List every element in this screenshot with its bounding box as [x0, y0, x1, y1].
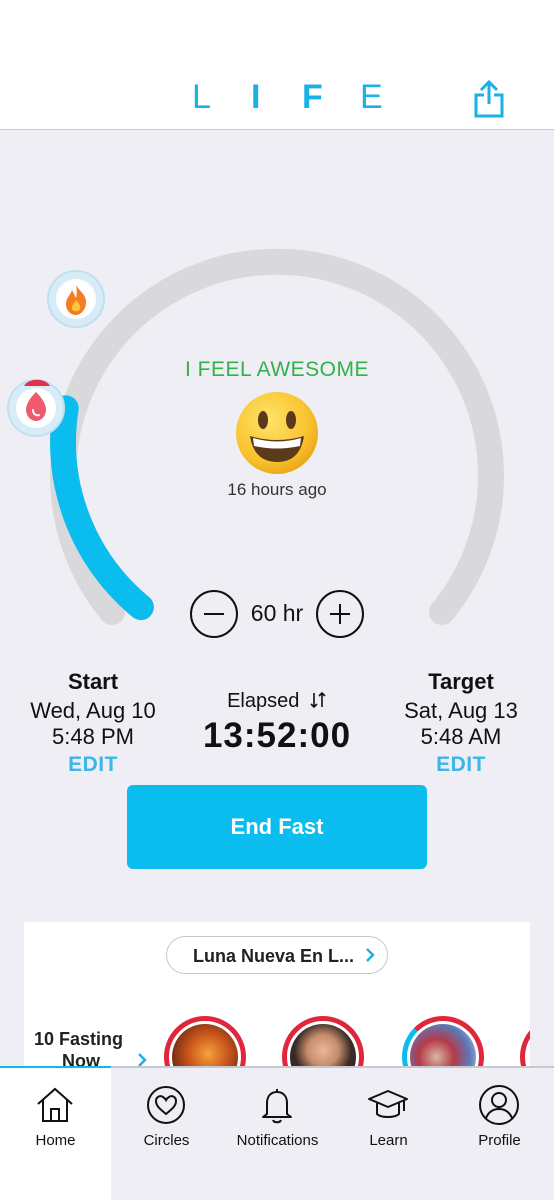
- start-date: Wed, Aug 10: [30, 698, 156, 723]
- mood-label: I FEEL AWESOME: [185, 358, 369, 381]
- edit-target-button[interactable]: EDIT: [376, 753, 546, 777]
- share-button[interactable]: [473, 79, 505, 118]
- app-header: L I F E: [0, 0, 554, 130]
- circle-name: Luna Nueva En L...: [193, 946, 355, 966]
- fast-duration-value: 60 hr: [250, 600, 304, 626]
- end-fast-button[interactable]: End Fast: [127, 785, 427, 869]
- tab-circles[interactable]: Circles: [111, 1068, 222, 1200]
- current-progress-marker[interactable]: [7, 379, 65, 437]
- logo-letter-i: I: [251, 78, 261, 116]
- decrease-duration-button[interactable]: [190, 590, 238, 638]
- circle-card: Luna Nueva En L... 10 Fasting Now: [24, 922, 530, 1082]
- bell-icon: [262, 1089, 292, 1124]
- elapsed-label: Elapsed: [227, 690, 300, 712]
- tab-learn[interactable]: Learn: [333, 1068, 444, 1200]
- elapsed-time: 13:52:00: [202, 716, 352, 755]
- tab-profile[interactable]: Profile: [444, 1068, 554, 1200]
- tab-bar: Home Circles Notifications Learn Profile: [0, 1066, 554, 1200]
- mood-time-ago: 16 hours ago: [227, 480, 327, 499]
- person-icon: [479, 1085, 519, 1125]
- grinning-face-icon[interactable]: [234, 390, 320, 476]
- tab-profile-label: Profile: [478, 1132, 521, 1149]
- fat-burning-marker[interactable]: [47, 270, 105, 328]
- swap-arrows-icon: [310, 691, 326, 709]
- fasting-now-count: 10 Fasting: [34, 1029, 124, 1049]
- heart-circle-icon: [147, 1086, 185, 1124]
- circle-selector-button[interactable]: Luna Nueva En L...: [166, 936, 388, 974]
- edit-start-button[interactable]: EDIT: [8, 753, 178, 777]
- home-icon: [37, 1087, 73, 1122]
- increase-duration-button[interactable]: [316, 590, 364, 638]
- tab-notifications[interactable]: Notifications: [222, 1068, 333, 1200]
- logo-letter-f: F: [302, 78, 323, 116]
- graduation-cap-icon: [368, 1090, 408, 1118]
- target-title: Target: [428, 669, 494, 694]
- tab-home[interactable]: Home: [0, 1068, 111, 1200]
- start-title: Start: [67, 669, 119, 694]
- target-date: Sat, Aug 13: [404, 698, 518, 723]
- logo-letter-e: E: [360, 78, 383, 116]
- share-icon: [474, 79, 504, 118]
- elapsed-toggle[interactable]: Elapsed: [190, 690, 364, 713]
- logo-letter-l: L: [192, 78, 211, 116]
- start-time: 5:48 PM: [52, 724, 134, 749]
- chevron-right-icon: [366, 948, 375, 962]
- target-time: 5:48 AM: [420, 724, 502, 749]
